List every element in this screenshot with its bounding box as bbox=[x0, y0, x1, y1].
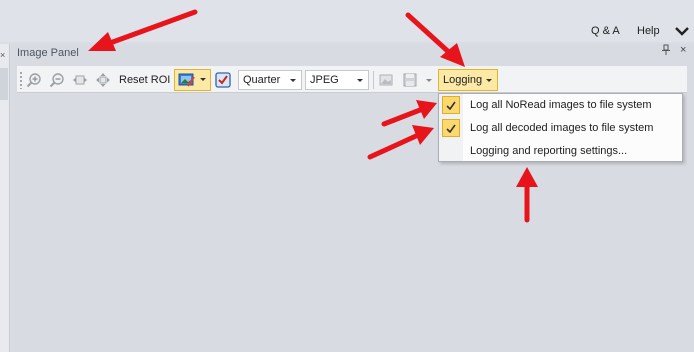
logging-dropdown-button[interactable]: Logging bbox=[438, 69, 498, 91]
left-panel-tab[interactable] bbox=[0, 68, 8, 100]
check-icon bbox=[442, 119, 460, 137]
fit-all-icon[interactable] bbox=[94, 71, 112, 89]
chevron-down-icon[interactable] bbox=[674, 24, 690, 38]
panel-close-icon[interactable]: × bbox=[680, 44, 686, 56]
color-check-icon[interactable] bbox=[214, 71, 232, 89]
menu-help[interactable]: Help bbox=[637, 25, 660, 37]
toolbar-separator bbox=[373, 71, 374, 89]
zoom-out-icon[interactable] bbox=[48, 71, 66, 89]
quality-select[interactable]: Quarter bbox=[238, 70, 302, 90]
export-image-icon[interactable] bbox=[377, 71, 395, 89]
zoom-in-icon[interactable] bbox=[25, 71, 43, 89]
menu-item-logging-settings[interactable]: Logging and reporting settings... bbox=[470, 145, 627, 157]
format-select[interactable]: JPEG bbox=[305, 70, 369, 90]
left-panel-close-icon[interactable]: × bbox=[0, 50, 5, 60]
check-icon bbox=[442, 96, 460, 114]
fit-width-icon[interactable] bbox=[71, 71, 89, 89]
image-display-icon bbox=[178, 72, 196, 91]
logging-button-label: Logging bbox=[443, 74, 483, 86]
image-display-dropdown[interactable] bbox=[174, 69, 211, 91]
save-dropdown-caret[interactable] bbox=[426, 79, 432, 82]
menu-item-log-noread[interactable]: Log all NoRead images to file system bbox=[470, 99, 652, 111]
save-icon[interactable] bbox=[401, 71, 419, 89]
panel-title: Image Panel bbox=[17, 47, 79, 59]
menu-item-log-decoded[interactable]: Log all decoded images to file system bbox=[470, 122, 653, 134]
pin-icon[interactable] bbox=[661, 44, 671, 59]
toolbar-grip[interactable] bbox=[19, 71, 23, 89]
quality-select-value: Quarter bbox=[243, 74, 281, 86]
title-bar bbox=[0, 0, 694, 42]
reset-roi-button[interactable]: Reset ROI bbox=[119, 74, 170, 86]
format-select-value: JPEG bbox=[310, 74, 339, 86]
menu-qa[interactable]: Q & A bbox=[591, 25, 620, 37]
